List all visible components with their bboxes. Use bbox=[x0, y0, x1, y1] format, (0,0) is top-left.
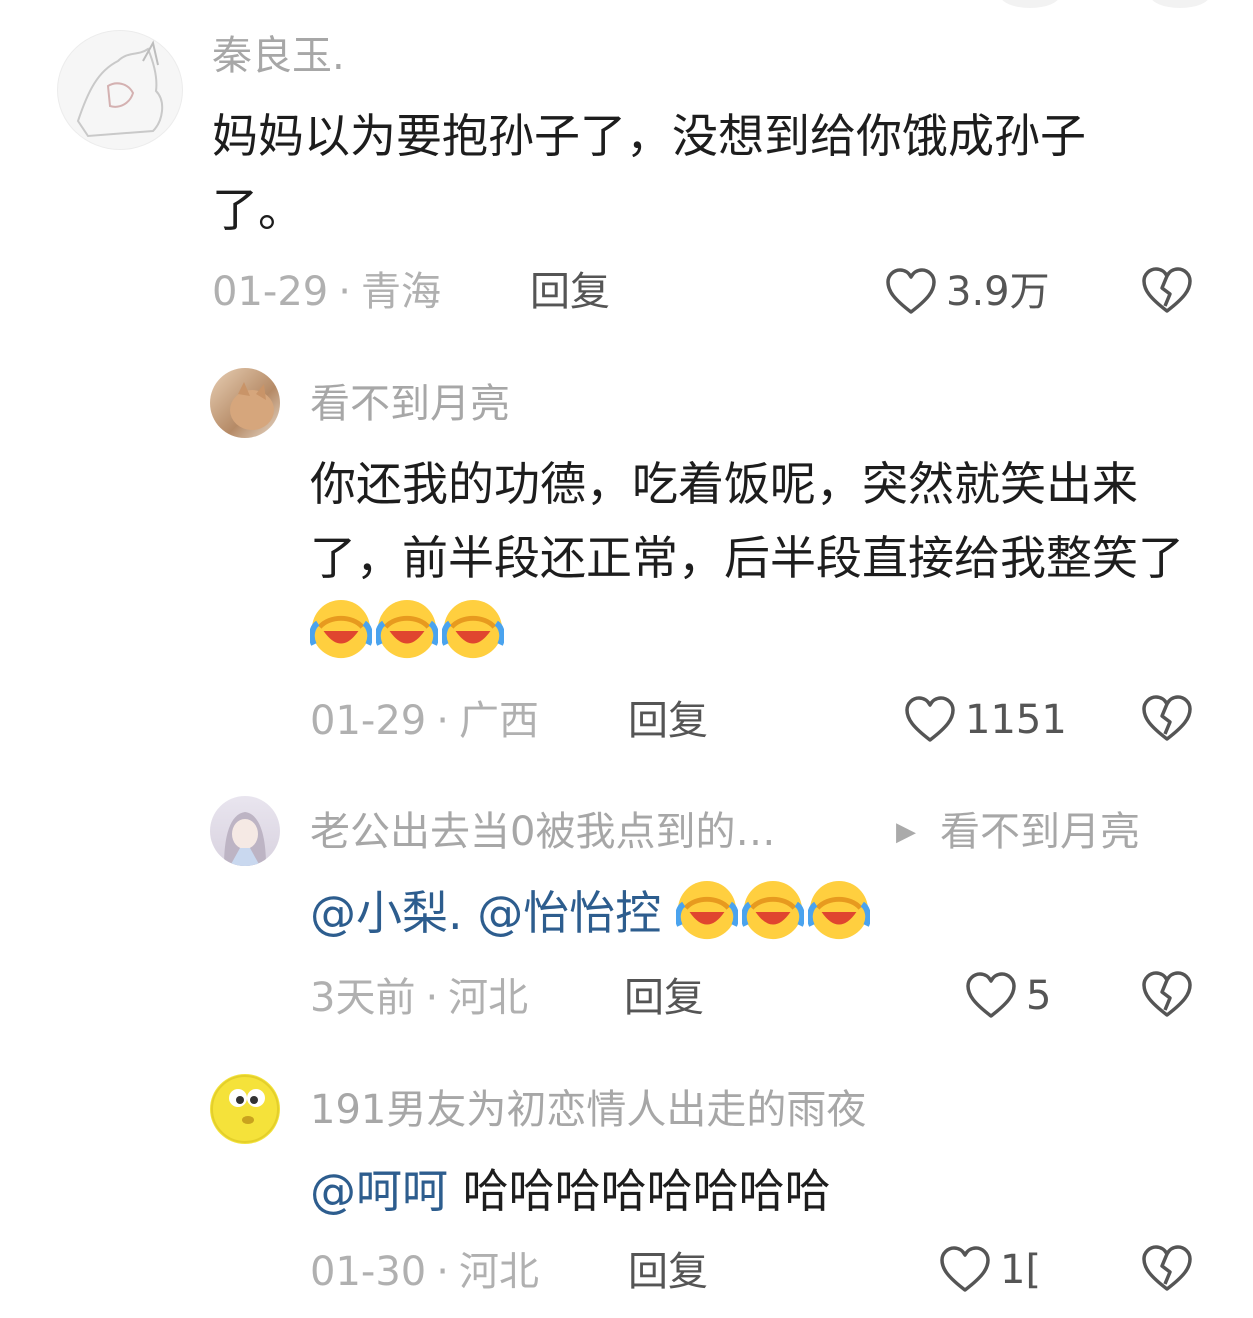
like-count: 1[ bbox=[1000, 1247, 1042, 1293]
username[interactable]: 看不到月亮 bbox=[310, 380, 510, 428]
broken-heart-icon[interactable] bbox=[1140, 694, 1194, 744]
broken-heart-icon[interactable] bbox=[1140, 1244, 1194, 1294]
comment-location: 河北 bbox=[458, 1249, 539, 1295]
laugh-cry-emoji bbox=[442, 599, 504, 659]
like-button[interactable]: 1[ bbox=[938, 1242, 1041, 1298]
like-button[interactable]: 3.9万 bbox=[884, 264, 1050, 320]
comment-text-body: 哈哈哈哈哈哈哈哈 bbox=[462, 1164, 831, 1218]
top-edge-shape bbox=[1150, 0, 1210, 8]
reply-to-username[interactable]: 看不到月亮 bbox=[940, 808, 1140, 856]
comment-date: 01-30 bbox=[310, 1249, 427, 1295]
avatar[interactable] bbox=[210, 368, 280, 438]
reply-button[interactable]: 回复 bbox=[628, 1248, 708, 1296]
comment-location: 河北 bbox=[448, 975, 529, 1021]
comment-text: 妈妈以为要抱孙子了，没想到给你饿成孙子了。 bbox=[212, 109, 1086, 237]
username[interactable]: 秦良玉. bbox=[212, 32, 345, 80]
comment-location: 青海 bbox=[360, 269, 441, 315]
comment-date: 01-29 bbox=[310, 698, 427, 744]
reply-button[interactable]: 回复 bbox=[628, 697, 708, 745]
comment-meta: 01-29 · 广西 bbox=[310, 697, 539, 745]
broken-heart-icon[interactable] bbox=[1140, 970, 1194, 1020]
heart-icon bbox=[886, 268, 936, 314]
username[interactable]: 191男友为初恋情人出走的雨夜 bbox=[310, 1086, 866, 1134]
meta-separator: · bbox=[425, 975, 439, 1021]
meta-separator: · bbox=[436, 698, 449, 744]
mention-link[interactable]: @小梨. bbox=[310, 886, 463, 940]
comment-meta: 01-29 · 青海 bbox=[212, 268, 441, 316]
like-button[interactable]: 1151 bbox=[903, 692, 1067, 748]
mention-link[interactable]: @怡怡控 bbox=[477, 886, 661, 940]
meta-separator: · bbox=[338, 269, 351, 315]
comment-date: 3天前 bbox=[310, 975, 416, 1021]
username[interactable]: 老公出去当0被我点到的… bbox=[310, 808, 775, 856]
like-count: 5 bbox=[1026, 973, 1052, 1019]
reply-arrow-icon: ▶ bbox=[896, 817, 916, 847]
mention-link[interactable]: @呵呵 bbox=[310, 1164, 448, 1218]
laugh-cry-emoji bbox=[807, 880, 870, 940]
heart-icon bbox=[966, 972, 1016, 1018]
top-edge-shape bbox=[1000, 0, 1060, 8]
like-button[interactable]: 5 bbox=[964, 968, 1051, 1024]
avatar[interactable] bbox=[210, 796, 280, 866]
comment-text-body: 你还我的功德，吃着饭呢，突然就笑出来了，前半段还正常，后半段直接给我整笑了 bbox=[310, 457, 1184, 585]
comment-text: 你还我的功德，吃着饭呢，突然就笑出来了，前半段还正常，后半段直接给我整笑了 bbox=[310, 447, 1210, 669]
avatar[interactable] bbox=[210, 1074, 280, 1144]
meta-separator: · bbox=[436, 1249, 449, 1295]
reply-button[interactable]: 回复 bbox=[624, 974, 704, 1022]
heart-icon bbox=[905, 696, 955, 742]
comment-text: @呵呵 哈哈哈哈哈哈哈哈 bbox=[310, 1154, 1210, 1228]
like-count: 1151 bbox=[965, 697, 1067, 743]
broken-heart-icon[interactable] bbox=[1140, 266, 1194, 316]
laugh-cry-emoji bbox=[376, 599, 438, 659]
comment-meta: 01-30 · 河北 bbox=[310, 1248, 539, 1296]
comment-date: 01-29 bbox=[212, 269, 329, 315]
comment-location: 广西 bbox=[458, 698, 539, 744]
comment-meta: 3天前 · 河北 bbox=[310, 974, 528, 1022]
avatar[interactable] bbox=[57, 30, 183, 150]
laugh-cry-emoji bbox=[741, 880, 804, 940]
laugh-cry-emoji bbox=[310, 599, 372, 659]
like-count: 3.9万 bbox=[946, 269, 1050, 315]
reply-button[interactable]: 回复 bbox=[530, 268, 610, 316]
heart-icon bbox=[940, 1246, 990, 1292]
comment-text: @小梨. @怡怡控 bbox=[310, 876, 1210, 950]
laugh-cry-emoji bbox=[675, 880, 738, 940]
